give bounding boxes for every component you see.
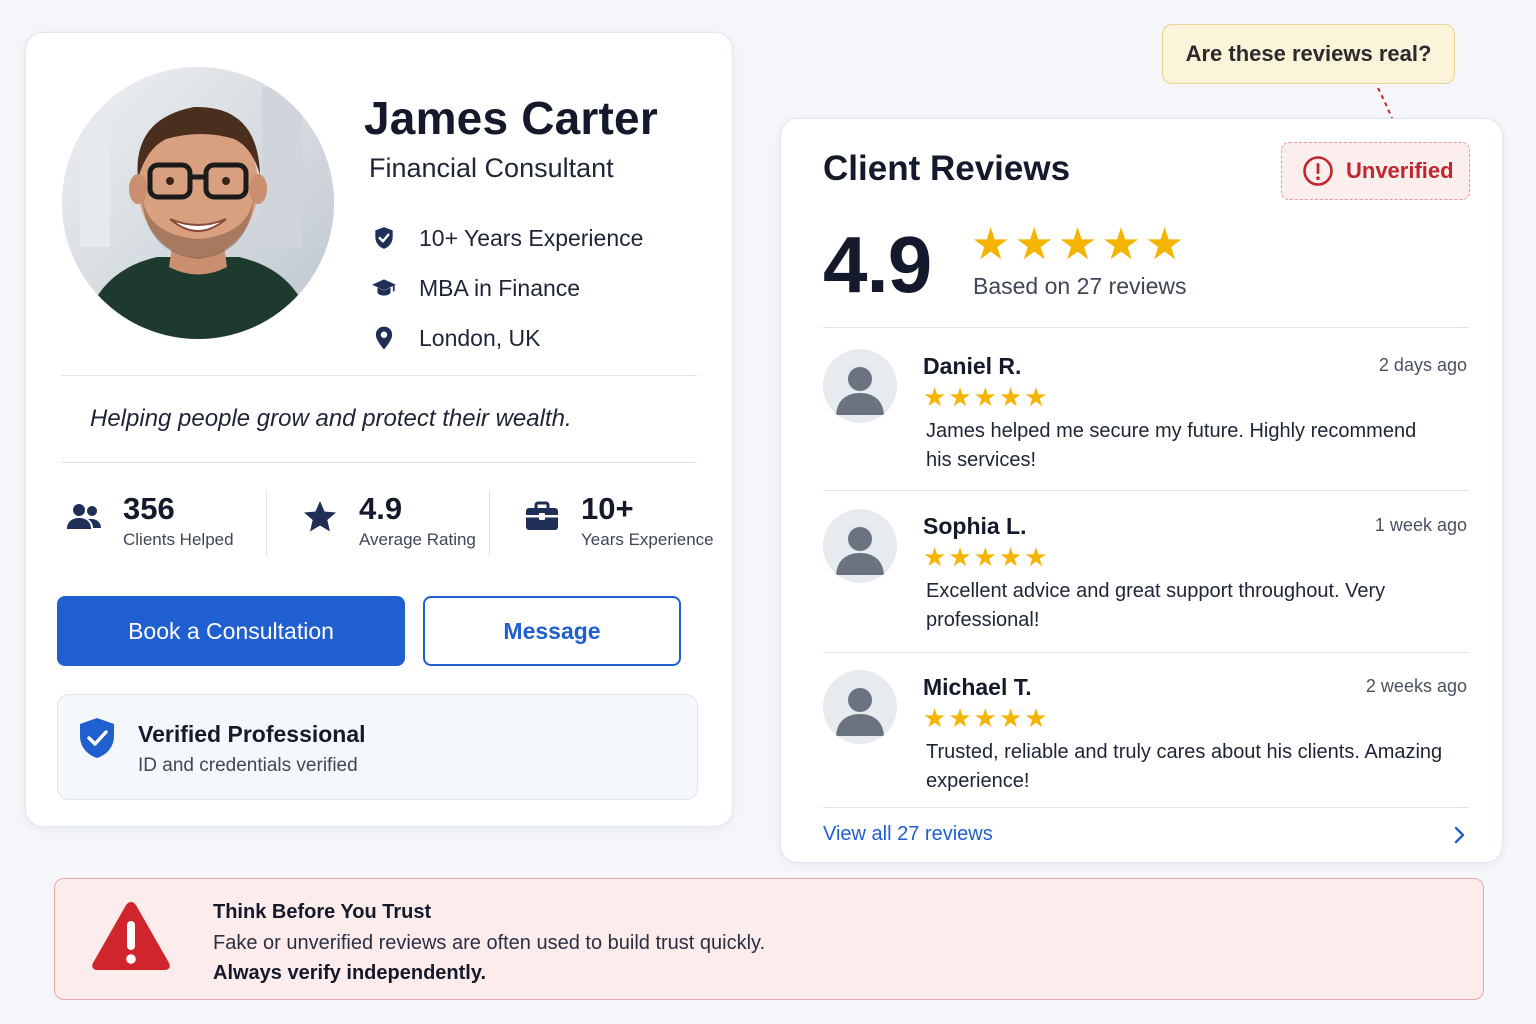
warning-triangle-icon [92,902,170,970]
review-count: Based on 27 reviews [973,273,1187,299]
fact-experience: 10+ Years Experience [369,213,643,263]
reviews-real-callout: Are these reviews real? [1162,24,1455,84]
star-icon: ★ [1024,703,1048,733]
stat-experience: 10+ Years Experience [519,490,714,560]
users-icon [61,494,107,540]
star-icon: ★ [971,220,1011,269]
divider [823,327,1469,328]
overall-stars: ★ ★ ★ ★ ★ [971,223,1188,267]
star-icon: ★ [1024,382,1048,412]
overall-rating: 4.9 [823,220,932,309]
star-icon: ★ [998,542,1023,572]
reviewer-name: Daniel R. [923,353,1022,379]
review-time: 2 days ago [1378,355,1467,375]
profile-title: Financial Consultant [369,153,614,183]
fact-location: London, UK [369,313,643,363]
star-icon: ★ [1024,542,1048,572]
stat-label: Years Experience [581,530,714,549]
briefcase-icon [519,494,565,540]
stat-label: Clients Helped [123,530,234,549]
stat-label: Average Rating [359,530,476,549]
review-time: 1 week ago [1374,515,1467,535]
review-item: Michael T. 2 weeks ago ★ ★ ★ ★ ★ Trusted, re… [823,670,1469,810]
trust-warning-banner: Think Before You Trust Fake or unverifie… [54,878,1484,1000]
unverified-badge: Unverified [1281,142,1470,200]
stat-separator [489,490,490,556]
divider [61,462,697,463]
review-stars: ★ ★ ★ ★ ★ [923,383,1050,411]
star-icon: ★ [948,703,972,733]
star-icon: ★ [998,382,1023,412]
verified-subtitle: ID and credentials verified [138,755,358,776]
alert-circle-icon [1303,156,1333,186]
unverified-text: Unverified [1346,158,1454,183]
star-icon: ★ [998,703,1023,733]
user-avatar-icon [823,349,897,423]
divider [823,807,1469,808]
divider [823,652,1469,653]
profile-stats: 356 Clients Helped 4.9 Average Rating 10… [61,490,721,560]
warning-description: Fake or unverified reviews are often use… [213,932,766,954]
review-text: Trusted, reliable and truly cares about … [926,741,1443,792]
profile-photo [62,67,334,339]
verified-professional-box: Verified Professional ID and credentials… [57,694,698,800]
review-text: Excellent advice and great support throu… [926,580,1386,631]
star-icon: ★ [923,703,947,733]
star-icon: ★ [1057,220,1098,269]
location-pin-icon [369,323,399,353]
stat-separator [266,490,267,556]
book-consultation-button[interactable]: Book a Consultation [57,596,405,666]
review-text: James helped me secure my future. Highly… [926,420,1417,471]
star-icon: ★ [1101,220,1141,269]
star-icon: ★ [948,542,972,572]
verified-shield-icon [80,718,114,758]
user-avatar-icon [823,509,897,583]
message-button[interactable]: Message [423,596,681,666]
verified-title: Verified Professional [138,721,366,747]
chevron-right-icon[interactable] [1449,825,1469,845]
star-icon: ★ [948,382,972,412]
star-icon: ★ [973,542,997,572]
client-reviews-card: Client Reviews Unverified 4.9 ★ ★ ★ ★ ★ Base… [780,118,1503,863]
reviewer-name: Michael T. [923,674,1032,700]
fact-text: London, UK [419,324,541,351]
star-icon: ★ [1014,220,1054,269]
star-icon: ★ [1144,220,1185,269]
profile-card: James Carter Financial Consultant 10+ Ye… [25,32,733,827]
review-stars: ★ ★ ★ ★ ★ [923,543,1050,571]
user-avatar-icon [823,670,897,744]
warning-emphasis: Always verify independently. [213,962,487,984]
star-icon: ★ [973,703,997,733]
reviews-title: Client Reviews [823,149,1071,188]
profile-name: James Carter [364,92,658,144]
star-icon: ★ [923,382,947,412]
review-item: Sophia L. 1 week ago ★ ★ ★ ★ ★ Excellent adv… [823,509,1469,649]
stat-clients: 356 Clients Helped [61,490,234,560]
fact-text: MBA in Finance [419,274,581,301]
divider [823,490,1469,491]
stat-rating: 4.9 Average Rating [297,490,476,560]
warning-title: Think Before You Trust [213,901,432,923]
graduation-cap-icon [369,273,399,303]
stat-value: 4.9 [359,491,403,526]
stat-value: 356 [123,491,175,526]
shield-check-icon [369,223,399,253]
fact-education: MBA in Finance [369,263,643,313]
star-icon: ★ [973,382,997,412]
stat-value: 10+ [581,491,634,526]
divider [61,375,697,376]
review-item: Daniel R. 2 days ago ★ ★ ★ ★ ★ James helped … [823,349,1469,489]
profile-tagline: Helping people grow and protect their we… [90,405,572,432]
review-time: 2 weeks ago [1365,676,1467,696]
reviewer-name: Sophia L. [923,513,1027,539]
star-icon: ★ [923,542,947,572]
person-portrait-icon [62,67,334,339]
review-stars: ★ ★ ★ ★ ★ [923,704,1050,732]
fact-text: 10+ Years Experience [419,224,644,251]
star-icon [297,494,343,540]
profile-facts: 10+ Years Experience MBA in Finance Lond… [369,213,643,363]
view-all-reviews-link[interactable]: View all 27 reviews [823,823,993,846]
